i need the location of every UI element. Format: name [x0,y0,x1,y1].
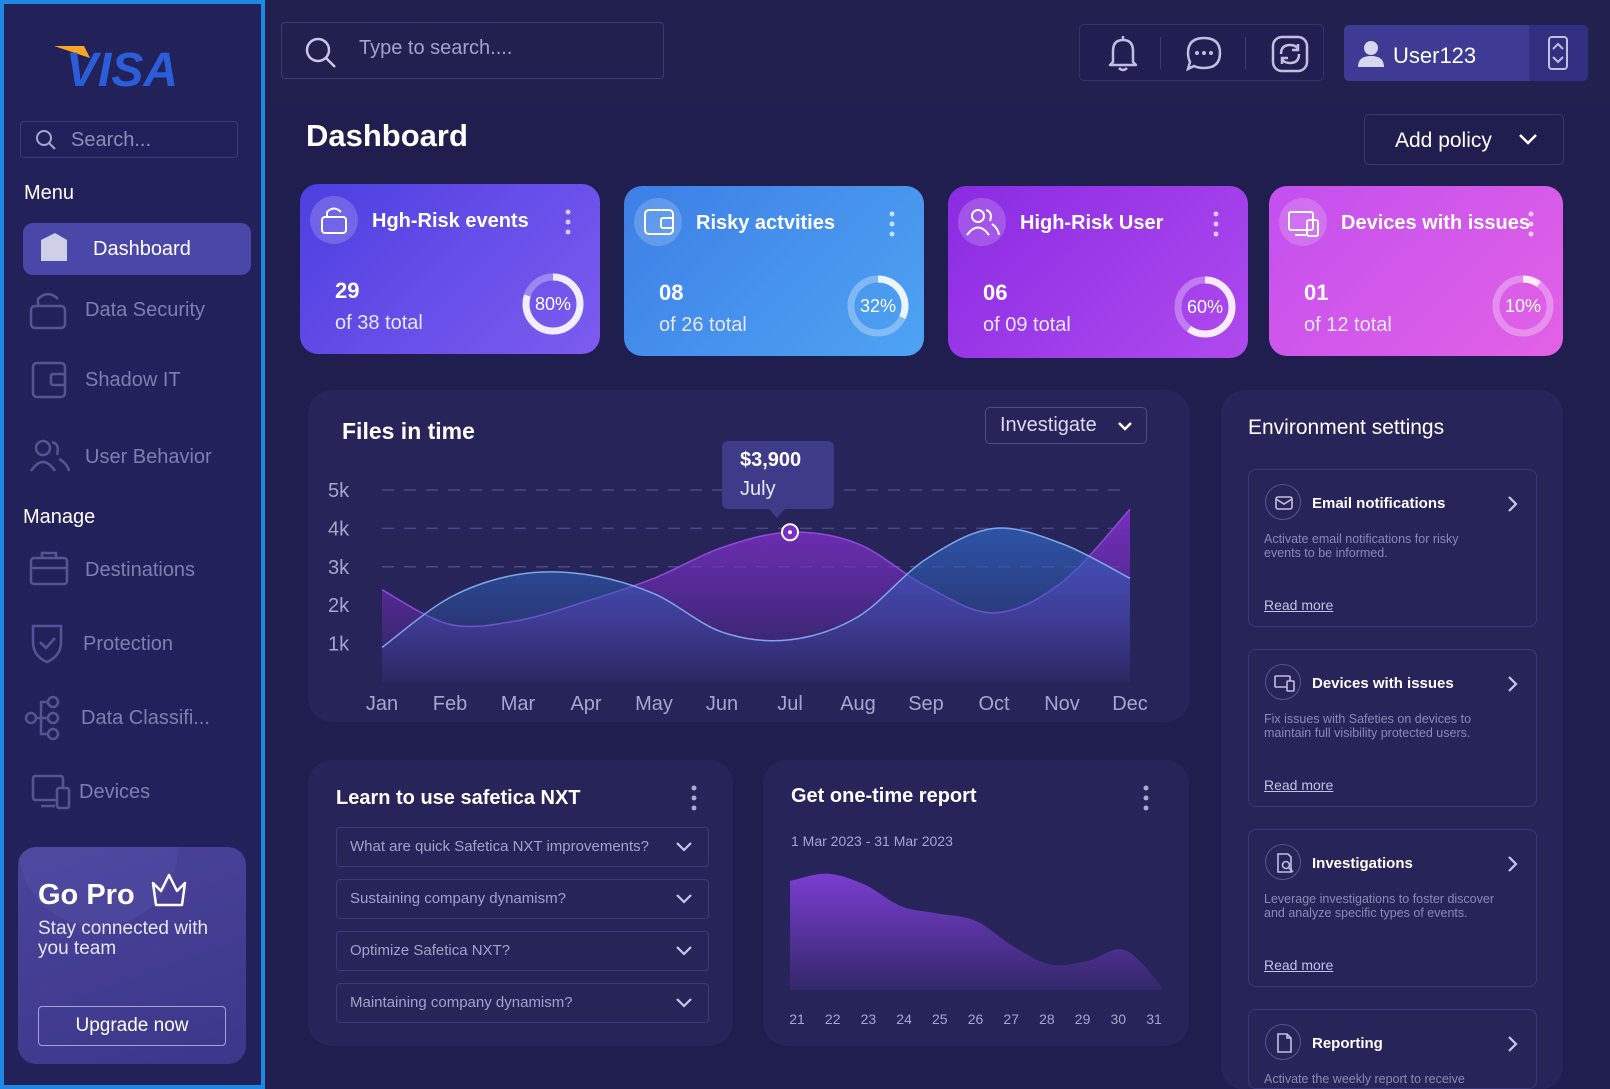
report-x-tick: 24 [896,1011,912,1027]
read-more-link[interactable]: Read more [1264,957,1333,973]
env-item-title: Devices with issues [1312,675,1454,692]
env-item-title: Reporting [1312,1035,1383,1052]
report-x-tick: 30 [1111,1011,1127,1027]
chevron-right-icon[interactable] [1506,1034,1520,1054]
env-icon-ring [1265,1024,1301,1060]
mail-icon [1275,496,1293,510]
env-item-title: Email notifications [1312,495,1446,512]
read-more-link[interactable]: Read more [1264,597,1333,613]
report-x-tick: 23 [861,1011,877,1027]
report-x-tick: 28 [1039,1011,1055,1027]
report-x-tick: 25 [932,1011,948,1027]
env-title: Environment settings [1248,416,1445,439]
env-item-description: Fix issues with Safeties on devices to m… [1264,712,1472,740]
chevron-right-icon[interactable] [1506,854,1520,874]
report-area [790,873,1162,990]
env-setting-item[interactable]: Investigations Leverage investigations to… [1248,829,1537,987]
report-x-tick: 29 [1075,1011,1091,1027]
chevron-right-icon[interactable] [1506,494,1520,514]
env-icon-ring [1265,844,1301,880]
env-item-description: Activate email notifications for risky e… [1264,532,1459,560]
search-doc-icon [1277,853,1294,873]
document-icon [1277,1033,1292,1053]
devices-icon [1274,675,1295,692]
read-more-link[interactable]: Read more [1264,777,1333,793]
report-x-tick: 22 [825,1011,841,1027]
report-x-tick: 26 [968,1011,984,1027]
env-icon-ring [1265,484,1301,520]
report-x-tick: 21 [789,1011,805,1027]
env-setting-item[interactable]: Email notifications Activate email notifi… [1248,469,1537,627]
env-item-description: Activate the weekly report to receive [1264,1072,1465,1086]
env-setting-item[interactable]: Devices with issues Fix issues with Safet… [1248,649,1537,807]
env-icon-ring [1265,664,1301,700]
env-item-title: Investigations [1312,855,1413,872]
env-setting-item[interactable]: Reporting Activate the weekly report to r… [1248,1009,1537,1089]
chevron-right-icon[interactable] [1506,674,1520,694]
report-x-tick: 27 [1003,1011,1019,1027]
report-x-tick: 31 [1146,1011,1162,1027]
env-item-description: Leverage investigations to foster discov… [1264,892,1494,920]
